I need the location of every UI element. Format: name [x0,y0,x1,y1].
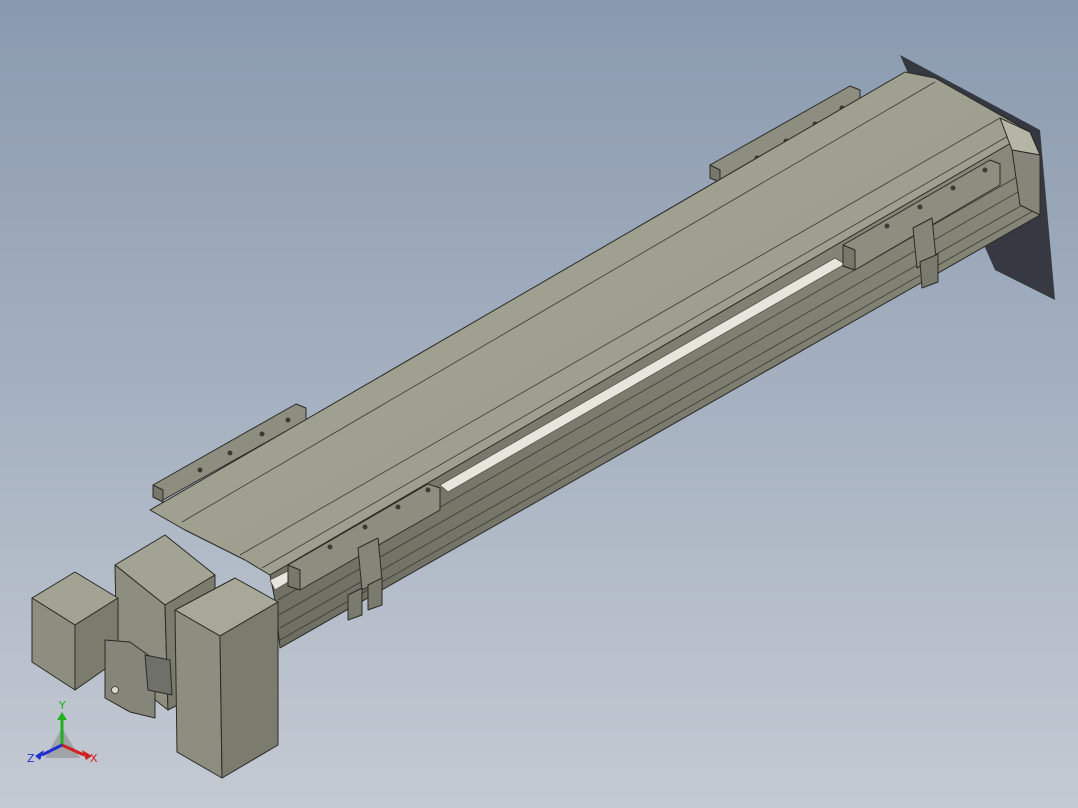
axis-triad: Y X Z [27,699,98,765]
cad-model-view[interactable]: Y X Z [0,0,1078,808]
axis-z-label: Z [27,752,35,765]
graphics-viewport[interactable]: Y X Z [0,0,1078,808]
linear-module-body[interactable] [149,71,1041,649]
axis-y-label: Y [58,699,66,712]
axis-x-label: X [90,752,98,765]
